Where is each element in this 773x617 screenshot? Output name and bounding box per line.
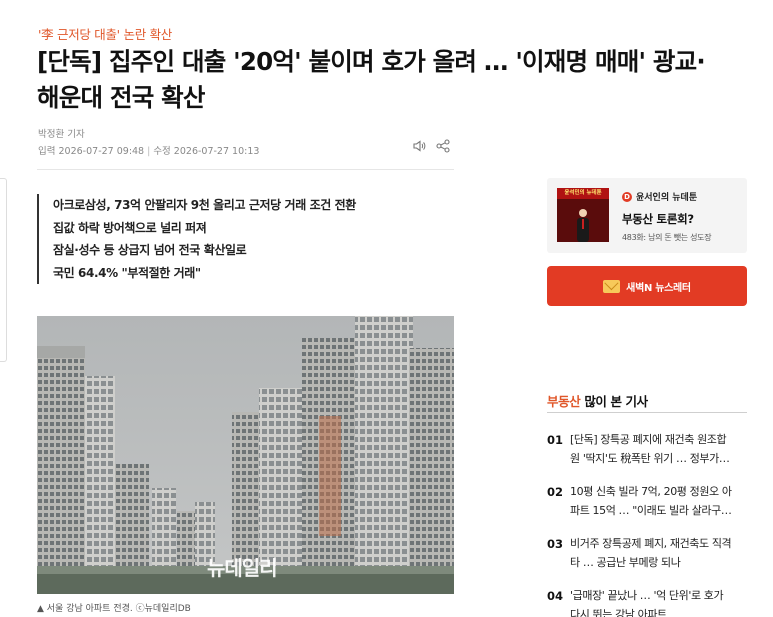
promo-title[interactable]: 부동산 토론회?: [622, 211, 694, 227]
article-link[interactable]: '급매장' 끝났나 … '억 단위'로 호가 다시 뛰는 강남 아파트: [570, 586, 747, 617]
headline-line-2: 해운대 전국 확산: [37, 83, 205, 112]
speaker-icon[interactable]: [412, 139, 426, 153]
article-category[interactable]: '李 근저당 대출' 논란 확산: [38, 24, 172, 43]
list-item[interactable]: 01 [단독] 장특공 폐지에 재건축 원조합 원 '딱지'도 稅폭탄 위기 … …: [547, 430, 747, 482]
photo-watermark: 뉴데일리: [207, 556, 278, 580]
source-logo-icon: D: [622, 191, 632, 202]
rank-number: 01: [547, 433, 564, 447]
subheading-item: 집값 하락 방어책으로 널리 퍼져: [53, 220, 207, 235]
newsletter-label: 새벽N 뉴스레터: [626, 282, 691, 294]
photo-caption: ▲ 서울 강남 아파트 전경. ⓒ뉴데일리DB: [37, 604, 191, 614]
rank-number: 03: [547, 537, 564, 551]
thumbnail-banner: 윤석민의 뉴데툰: [557, 188, 609, 199]
source-name: 윤서인의 뉴데툰: [636, 193, 698, 203]
header-divider: [37, 169, 454, 170]
list-item[interactable]: 03 비거주 장특공제 폐지, 재건축도 직격 타 … 공급난 부메랑 되나: [547, 534, 747, 586]
category-suffix: 논란 확산: [119, 27, 173, 42]
rank-number: 04: [547, 589, 564, 603]
popular-section-header: 부동산 많이 본 기사: [547, 391, 648, 410]
article-tools: [412, 139, 450, 153]
article-link[interactable]: 비거주 장특공제 폐지, 재건축도 직격 타 … 공급난 부메랑 되나: [570, 534, 747, 586]
article-link[interactable]: 10평 신축 빌라 7억, 20평 정원오 아 파트 15억 … "이래도 빌라 …: [570, 482, 747, 534]
newsletter-button[interactable]: 새벽N 뉴스레터: [547, 266, 747, 306]
promo-source: D 윤서인의 뉴데툰: [622, 190, 697, 203]
article-dates: 입력 2026-07-27 09:48 | 수정 2026-07-27 10:13: [38, 146, 260, 157]
article-headline: [단독] 집주인 대출 '20억' 붙이며 호가 올려 … '이재명 매매' 광…: [37, 44, 737, 116]
cartoon-promo-card[interactable]: 윤석민의 뉴데툰 D 윤서인의 뉴데툰 부동산 토론회? 483화: 남의 돈 …: [547, 178, 747, 253]
promo-episode: 483화: 남의 돈 뺏는 성도장: [622, 233, 712, 242]
list-item[interactable]: 04 '급매장' 끝났나 … '억 단위'로 호가 다시 뛰는 강남 아파트: [547, 586, 747, 617]
reporter-byline[interactable]: 박정환 기자: [38, 126, 85, 140]
modified-date: 수정 2026-07-27 10:13: [153, 146, 260, 157]
input-date: 입력 2026-07-27 09:48: [38, 146, 145, 157]
category-keyword[interactable]: '李 근저당 대출': [38, 27, 120, 42]
cartoon-figure-icon: [577, 209, 589, 242]
article-subheadings: 아크로삼성, 73억 안팔리자 9천 올리고 근저당 거래 조건 전환 집값 하…: [37, 194, 356, 284]
article-photo: 뉴데일리: [37, 316, 454, 594]
popular-title: 많이 본 기사: [584, 394, 648, 409]
popular-articles-list: 01 [단독] 장특공 폐지에 재건축 원조합 원 '딱지'도 稅폭탄 위기 … …: [547, 430, 747, 617]
subheading-item: 잠실·성수 등 상급지 넘어 전국 확산일로: [53, 243, 247, 257]
article-link[interactable]: [단독] 장특공 폐지에 재건축 원조합 원 '딱지'도 稅폭탄 위기 … 정부가…: [570, 430, 747, 482]
popular-category[interactable]: 부동산: [547, 394, 581, 409]
subheading-item: 국민 64.4% "부적절한 거래": [53, 265, 201, 280]
share-icon[interactable]: [436, 139, 450, 153]
subheading-item: 아크로삼성, 73억 안팔리자 9천 올리고 근저당 거래 조건 전환: [53, 198, 356, 212]
list-item[interactable]: 02 10평 신축 빌라 7억, 20평 정원오 아 파트 15억 … "이래도 …: [547, 482, 747, 534]
left-side-tab[interactable]: [0, 178, 7, 362]
popular-divider: [547, 412, 747, 413]
mail-icon: [603, 279, 621, 293]
headline-line-1: [단독] 집주인 대출 '20억' 붙이며 호가 올려 … '이재명 매매' 광…: [37, 47, 706, 76]
cartoon-thumbnail[interactable]: 윤석민의 뉴데툰: [557, 188, 609, 242]
rank-number: 02: [547, 485, 564, 499]
